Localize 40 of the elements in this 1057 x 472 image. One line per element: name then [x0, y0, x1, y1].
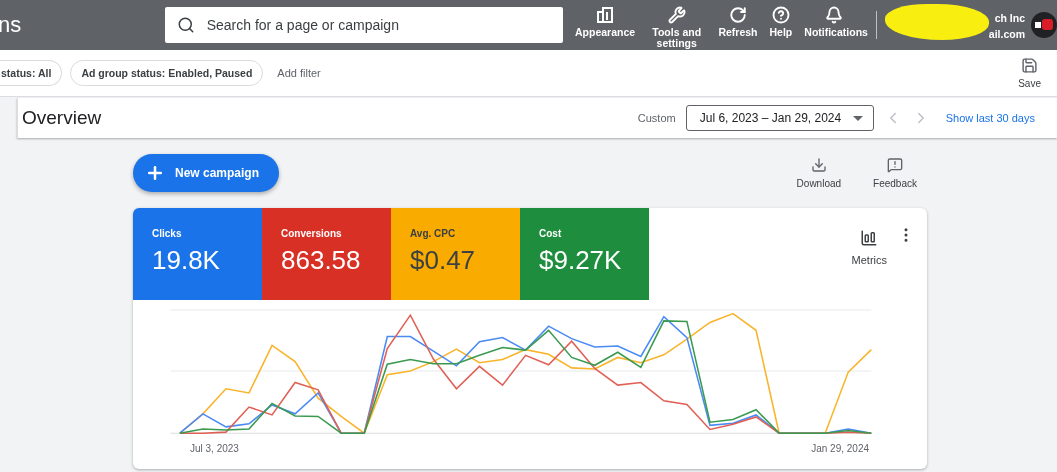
metric-tile[interactable]: Avg. CPC $0.47	[391, 208, 520, 300]
nav-button[interactable]: Help	[763, 6, 799, 38]
download-button[interactable]: Download	[796, 157, 842, 189]
nav-button[interactable]: Appearance	[569, 6, 641, 38]
nav-button[interactable]: Tools and settings	[641, 6, 713, 49]
panel-icon	[596, 6, 614, 24]
metric-tile[interactable]: Conversions 863.58	[262, 208, 391, 300]
axis-label: Jul 3, 2023	[190, 443, 239, 454]
account-name: ch Inc	[994, 12, 1026, 24]
filter-chip[interactable]: status: All	[0, 60, 63, 86]
metrics-button[interactable]: Metrics	[845, 228, 893, 268]
save-button[interactable]: Save	[1012, 56, 1047, 90]
page-title: Overview	[22, 107, 102, 129]
bell-icon	[825, 6, 844, 24]
metric-tile[interactable]: Clicks 19.8K	[133, 208, 262, 300]
show-last-30-days-link[interactable]: Show last 30 days	[945, 112, 1035, 124]
save-icon	[1021, 57, 1039, 74]
help-icon	[771, 6, 790, 24]
feedback-icon	[887, 157, 904, 173]
axis-label: Jan 29, 2024	[811, 443, 869, 454]
plus-icon	[145, 163, 165, 183]
wrench-icon	[667, 6, 686, 24]
bar-chart-icon	[860, 229, 879, 247]
download-icon	[810, 157, 827, 173]
search-field[interactable]: Search for a page or campaign	[164, 7, 563, 43]
account-email: ail.com	[988, 28, 1026, 40]
filter-chip[interactable]: Ad group status: Enabled, Paused	[70, 60, 264, 86]
nav-button[interactable]: Notifications	[798, 6, 871, 38]
nav-button[interactable]: Refresh	[712, 6, 764, 38]
app-title: ns	[0, 12, 23, 38]
new-campaign-button[interactable]: New campaign	[133, 154, 280, 192]
refresh-icon	[728, 6, 747, 24]
date-range-dropdown[interactable]: Jul 6, 2023 – Jan 29, 2024	[685, 105, 874, 131]
caret-icon	[852, 115, 863, 121]
avatar-logo[interactable]	[1031, 12, 1057, 38]
metric-tile[interactable]: Cost $9.27K	[520, 208, 649, 300]
add-filter-button[interactable]: Add filter	[271, 66, 327, 80]
range-label: Custom	[637, 112, 676, 124]
search-icon	[176, 16, 195, 34]
feedback-button[interactable]: Feedback	[873, 157, 917, 189]
